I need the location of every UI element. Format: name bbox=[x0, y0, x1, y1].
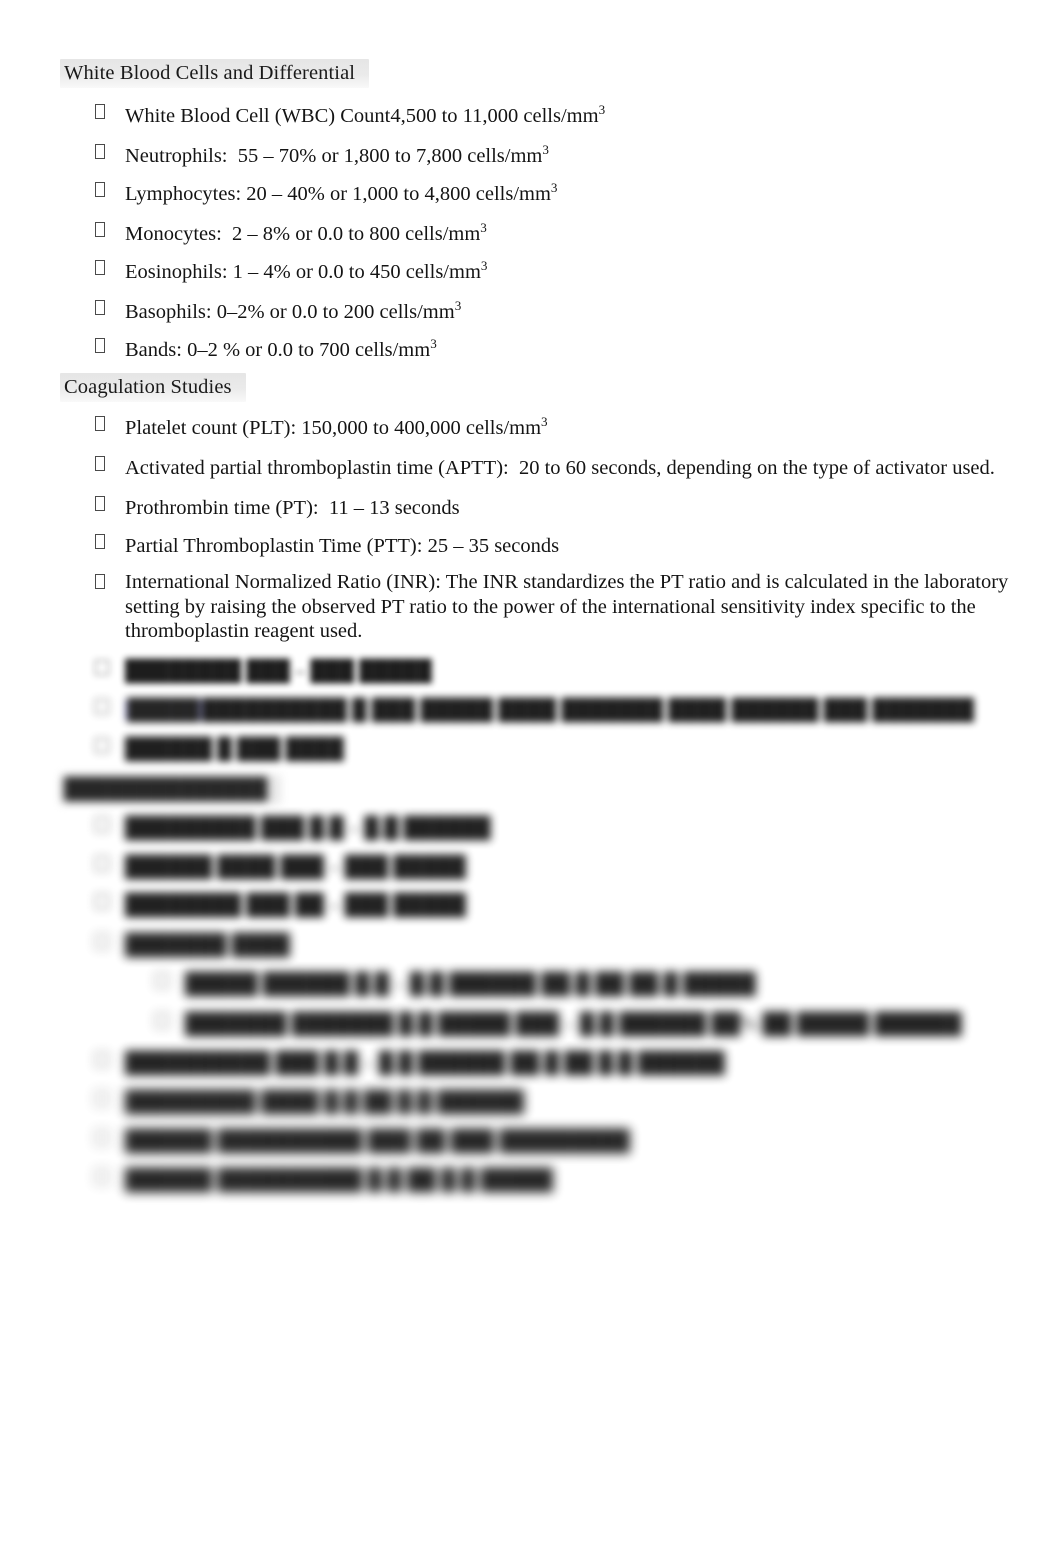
list-item-label: Lymphocytes: 20 – 40% or 1,000 to 4,800 … bbox=[125, 180, 558, 205]
bullet-glyph-icon bbox=[95, 412, 109, 438]
section-heading-obscured-text: ██████████████ bbox=[60, 775, 282, 804]
bullet-glyph-icon bbox=[95, 1052, 109, 1067]
list-item-label: Platelet count (PLT): 150,000 to 400,000… bbox=[125, 414, 548, 439]
bullet-glyph-icon bbox=[95, 452, 109, 478]
bullet-glyph-icon bbox=[95, 256, 109, 282]
bullet-glyph-icon bbox=[95, 530, 109, 556]
list-item-label: Neutrophils: 55 – 70% or 1,800 to 7,800 … bbox=[125, 142, 549, 167]
section-heading-obscured: ██████████████ bbox=[60, 775, 282, 804]
list-item-label: Partial Thromboplastin Time (PTT): 25 – … bbox=[125, 535, 560, 557]
list-item-label: ██████ █ ███ ████ bbox=[125, 738, 344, 760]
bullet-glyph-icon bbox=[95, 660, 109, 675]
list-item-label: International Normalized Ratio (INR): Th… bbox=[125, 571, 1009, 642]
bullet-glyph-icon bbox=[95, 218, 109, 244]
section-heading-wbc-text: White Blood Cells and Differential bbox=[60, 59, 370, 88]
list-item-label: ████████ ███ ██ – ███ █████ bbox=[125, 894, 466, 916]
bullet-glyph-icon bbox=[95, 738, 109, 753]
list-item-label: ███████ ████ bbox=[125, 934, 290, 956]
bullet-glyph-icon bbox=[95, 1169, 109, 1184]
list-item-label: ██████ ██████████ ███ ██ ███ █████████ bbox=[125, 1130, 630, 1152]
list-item-label: Eosinophils: 1 – 4% or 0.0 to 450 cells/… bbox=[125, 258, 488, 283]
list-item-label: █████████ ████ █.█ ██ █.█ ██████ bbox=[125, 1091, 524, 1113]
bullet-glyph-icon bbox=[95, 699, 109, 714]
list-item-label: Activated partial thromboplastin time (A… bbox=[125, 457, 995, 479]
bullet-glyph-icon bbox=[155, 973, 169, 988]
bullet-glyph-icon bbox=[95, 178, 109, 204]
bullet-glyph-icon bbox=[95, 334, 109, 360]
bullet-glyph-icon bbox=[95, 296, 109, 322]
list-item-label: ██████ ██████████ █.█ ██ █.█ █████ bbox=[125, 1169, 554, 1191]
bullet-glyph-icon bbox=[95, 100, 109, 126]
list-item-label: Monocytes: 2 – 8% or 0.0 to 800 cells/mm… bbox=[125, 220, 487, 245]
bullet-glyph-icon bbox=[95, 894, 109, 909]
bullet-glyph-icon bbox=[95, 492, 109, 518]
list-item-label: ██████████ ███ █.█ – █.█ ██████ ██.█ ██ … bbox=[125, 1052, 725, 1074]
list-item-label: Basophils: 0–2% or 0.0 to 200 cells/mm3 bbox=[125, 298, 462, 323]
section-heading-coagulation: Coagulation Studies bbox=[60, 373, 246, 402]
bullet-glyph-icon bbox=[95, 1130, 109, 1145]
list-item-label: ███████ ███████ █.█ █████ ███ – █.█ ████… bbox=[185, 1013, 962, 1035]
list-item-label: White Blood Cell (WBC) Count4,500 to 11,… bbox=[125, 102, 606, 127]
list-item-label: Prothrombin time (PT): 11 – 13 seconds bbox=[125, 497, 460, 519]
document-page: White Blood Cells and Differential White… bbox=[0, 0, 1062, 1561]
bullet-glyph-icon bbox=[95, 817, 109, 832]
text-selection-highlight[interactable]: █████ bbox=[125, 699, 202, 721]
bullet-glyph-icon bbox=[95, 856, 109, 871]
list-item-label: █████████ ███ █.█ – █.█ ██████ bbox=[125, 817, 491, 839]
section-heading-coagulation-text: Coagulation Studies bbox=[60, 373, 246, 402]
bullet-glyph-icon bbox=[95, 1091, 109, 1106]
list-item-label: ██████ ████ ███ – ███ █████ bbox=[125, 856, 466, 878]
bullet-glyph-icon bbox=[95, 140, 109, 166]
bullet-glyph-icon bbox=[95, 934, 109, 949]
bullet-glyph-icon bbox=[95, 570, 109, 596]
list-item-label: Bands: 0–2 % or 0.0 to 700 cells/mm3 bbox=[125, 336, 437, 361]
section-heading-wbc: White Blood Cells and Differential bbox=[60, 59, 370, 88]
bullet-glyph-icon bbox=[155, 1013, 169, 1028]
list-item-label: ████████ ███ – ███ █████ bbox=[125, 660, 432, 682]
list-item-label: █████ ██████ █.█ – █.█ ██████ ██.█ ██ ██… bbox=[185, 973, 756, 995]
list-item-label: ███████████████ █ ███ █████ ████ ███████… bbox=[125, 699, 974, 721]
